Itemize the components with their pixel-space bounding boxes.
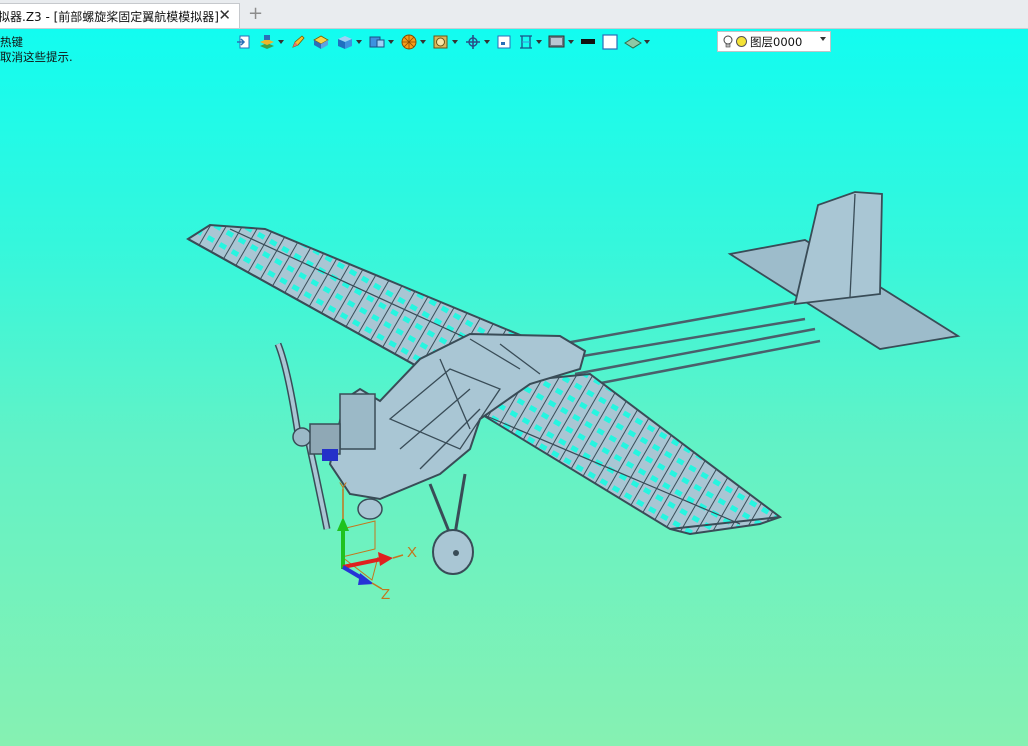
tab-bar: 拟器.Z3 - [前部螺旋桨固定翼航模模拟器] ✕ + bbox=[0, 0, 1028, 29]
graphics-viewport[interactable]: 热键 取消这些提示. 图层0000 X Y Z bbox=[0, 29, 1028, 746]
vertical-fin bbox=[793, 191, 883, 306]
propeller bbox=[274, 342, 341, 530]
axis-y-label: Y bbox=[339, 480, 347, 494]
new-tab-icon[interactable]: + bbox=[248, 5, 263, 23]
document-tab-title: 拟器.Z3 - [前部螺旋桨固定翼航模模拟器] bbox=[0, 9, 219, 24]
airplane-model[interactable]: X Y Z bbox=[0, 29, 1028, 746]
close-tab-icon[interactable]: ✕ bbox=[218, 7, 231, 24]
axis-z-label: Z bbox=[381, 586, 390, 603]
axis-x-label: X bbox=[407, 544, 417, 561]
document-tab[interactable]: 拟器.Z3 - [前部螺旋桨固定翼航模模拟器] ✕ bbox=[0, 3, 240, 28]
tail-boom bbox=[559, 299, 821, 389]
